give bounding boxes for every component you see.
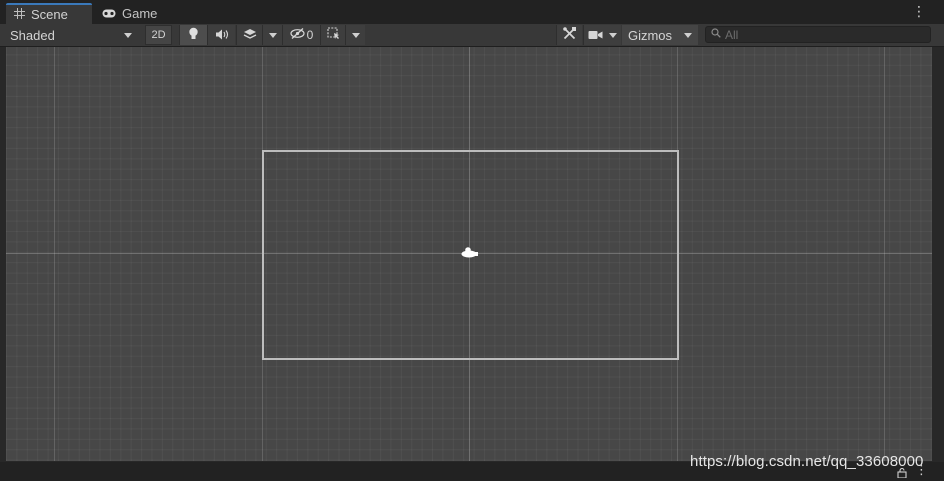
tab-scene-label: Scene [31, 7, 68, 22]
eye-slash-icon [290, 28, 305, 42]
kebab-menu-icon[interactable]: ⋮ [912, 4, 926, 18]
shading-mode-dropdown[interactable]: Shaded [0, 25, 140, 45]
chevron-down-icon [609, 32, 617, 38]
scene-visibility-button[interactable]: 0 [282, 25, 320, 45]
gizmos-label: Gizmos [627, 27, 673, 43]
audio-toggle-button[interactable] [207, 25, 235, 45]
effects-toggle-button[interactable] [236, 25, 262, 45]
hierarchy-search-field[interactable] [705, 26, 931, 43]
search-input[interactable] [725, 27, 915, 42]
scene-window: Scene Game ⋮ Shaded 2D 0 Gizmos All http… [0, 0, 944, 481]
watermark-text: https://blog.csdn.net/qq_33608000 [690, 453, 924, 470]
shading-mode-label: Shaded [10, 27, 55, 43]
scene-viewport[interactable] [6, 47, 932, 461]
chevron-down-icon [684, 32, 692, 38]
speaker-icon [215, 28, 229, 43]
toggle-2d-button[interactable]: 2D [145, 25, 172, 45]
tools-button[interactable] [556, 25, 582, 45]
gamepad-icon [102, 7, 116, 21]
grid-line [884, 47, 885, 461]
gizmos-dropdown-button[interactable] [678, 25, 698, 45]
kebab-menu-icon[interactable]: ⋮ [915, 463, 928, 476]
tab-scene[interactable]: Scene [6, 3, 92, 24]
effects-dropdown-button[interactable] [262, 25, 282, 45]
chevron-down-icon [124, 32, 132, 38]
hidden-count: 0 [306, 28, 314, 42]
chevron-down-icon [351, 32, 360, 38]
grid-snap-dropdown-button[interactable] [345, 25, 365, 45]
video-camera-icon [588, 28, 603, 43]
layers-icon [243, 28, 257, 43]
tab-game[interactable]: Game [94, 3, 174, 24]
toggle-2d-label: 2D [151, 29, 166, 41]
camera-gizmo-icon[interactable] [460, 246, 478, 260]
grid-icon [14, 7, 25, 22]
tools-icon [563, 27, 576, 43]
chevron-down-icon [268, 32, 277, 38]
light-bulb-icon [188, 27, 199, 43]
lock-icon[interactable] [897, 466, 907, 479]
camera-settings-button[interactable] [583, 25, 621, 45]
scene-toolbar: Shaded 2D 0 Gizmos All [0, 24, 944, 47]
rect-select-icon [326, 27, 340, 43]
grid-snap-button[interactable] [320, 25, 345, 45]
search-icon [711, 28, 721, 41]
grid-line [54, 47, 55, 461]
tab-bar: Scene Game ⋮ [0, 0, 944, 24]
gizmos-button[interactable]: Gizmos [622, 25, 678, 45]
tab-game-label: Game [122, 6, 158, 21]
lighting-toggle-button[interactable] [179, 25, 207, 45]
